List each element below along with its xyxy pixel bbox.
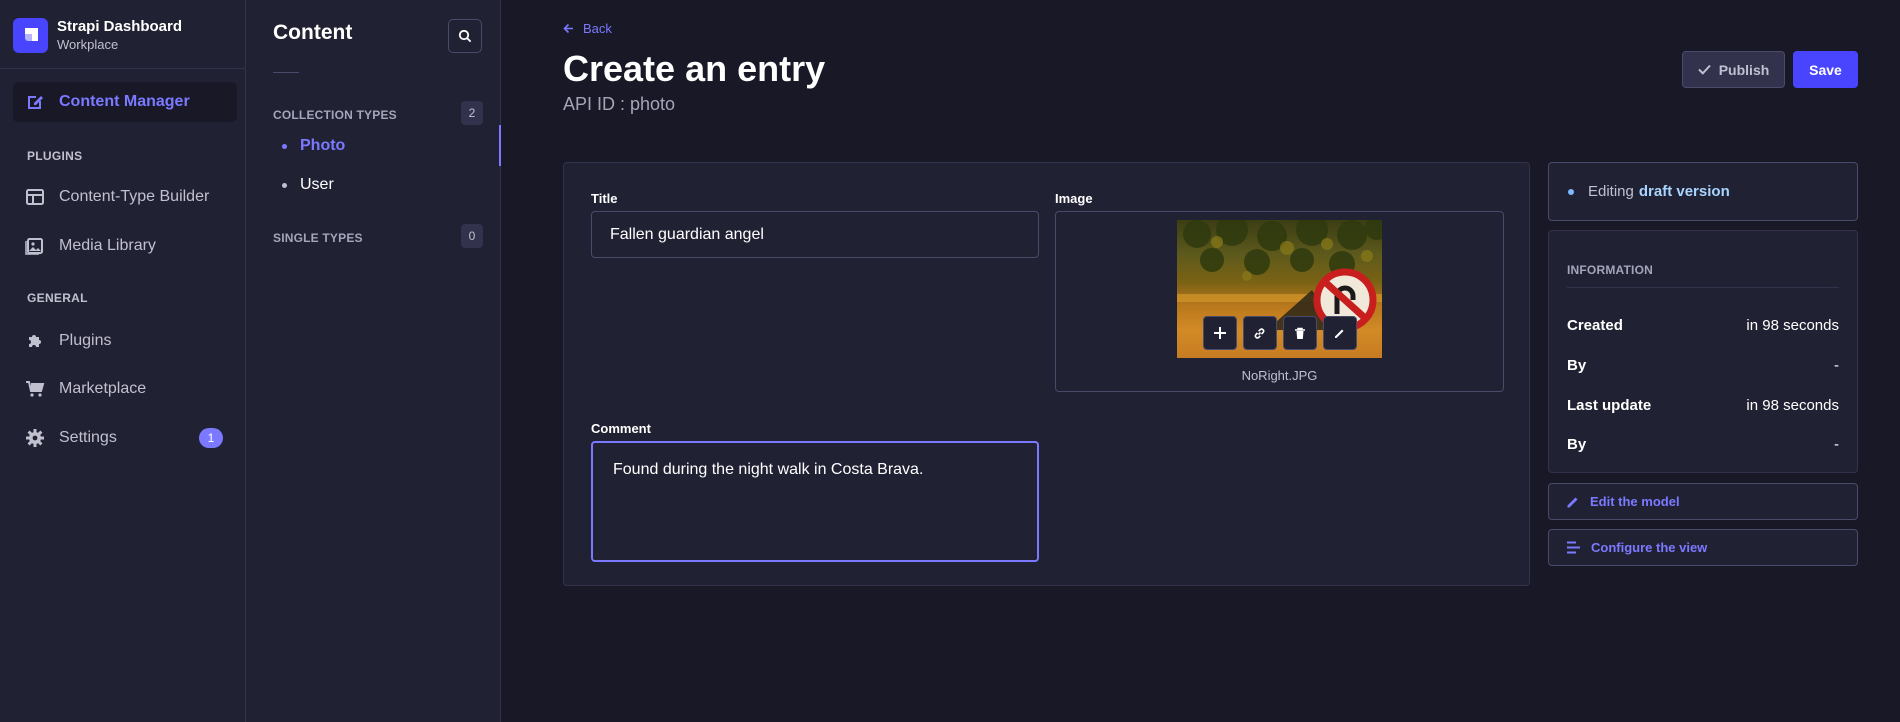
back-link[interactable]: Back (563, 21, 612, 36)
configure-view-label: Configure the view (1591, 540, 1708, 555)
brand-subtitle: Workplace (57, 37, 119, 52)
title-input[interactable]: Fallen guardian angel (591, 211, 1039, 258)
info-key: Last update (1567, 397, 1652, 414)
nav-item-content-type-builder[interactable]: Content-Type Builder (13, 177, 237, 217)
status-value: draft version (1638, 183, 1730, 200)
list-settings-icon (1567, 541, 1580, 554)
nav-item-label: Media Library (59, 237, 156, 254)
nav-section-plugins: PLUGINS (27, 149, 83, 163)
info-key: By (1567, 436, 1587, 453)
add-image-button[interactable] (1202, 316, 1237, 350)
edit-image-button[interactable] (1322, 316, 1357, 350)
image-preview (1177, 220, 1382, 358)
plus-icon (1213, 327, 1226, 339)
delete-image-button[interactable] (1282, 316, 1317, 350)
info-value: - (1834, 357, 1839, 374)
info-row-created-by: By - (1567, 357, 1839, 374)
status-dot-icon (1568, 188, 1574, 195)
copy-link-button[interactable] (1242, 316, 1277, 350)
pencil-icon (1335, 329, 1344, 338)
information-heading: INFORMATION (1567, 263, 1653, 277)
nav-divider (0, 68, 245, 69)
nav-item-marketplace[interactable]: Marketplace (13, 369, 237, 409)
bullet-icon (282, 182, 287, 188)
gear-icon (26, 429, 44, 447)
pencil-icon (1567, 497, 1578, 507)
trash-icon (1294, 327, 1305, 339)
nav-item-label: Marketplace (59, 380, 147, 397)
nav-section-general: GENERAL (27, 291, 88, 305)
save-button[interactable]: Save (1793, 51, 1858, 88)
nav-item-plugins[interactable]: Plugins (13, 321, 237, 361)
puzzle-icon (29, 335, 41, 347)
check-icon (1698, 64, 1711, 75)
image-field[interactable]: NoRight.JPG (1055, 211, 1504, 392)
main-navigation: Strapi Dashboard Workplace Content Manag… (0, 0, 246, 722)
search-icon (458, 29, 472, 43)
nav-item-label: Content-Type Builder (59, 188, 210, 205)
information-divider (1567, 287, 1839, 288)
layout-icon (26, 189, 44, 205)
active-indicator (499, 125, 501, 166)
collection-types-count: 2 (461, 101, 483, 125)
info-row-created: Created in 98 seconds (1567, 317, 1839, 334)
arrow-left-icon (563, 23, 573, 34)
publish-label: Publish (1718, 61, 1770, 78)
information-panel: INFORMATION Created in 98 seconds By - L… (1548, 230, 1858, 473)
subnav-item-label: User (300, 176, 334, 193)
info-key: Created (1567, 317, 1623, 334)
link-icon (1254, 327, 1265, 339)
status-prefix: Editing (1588, 183, 1634, 200)
brand-title: Strapi Dashboard (57, 18, 183, 35)
comment-textarea[interactable]: Found during the night walk in Costa Bra… (591, 441, 1039, 562)
nav-item-media-library[interactable]: Media Library (13, 226, 237, 266)
subnav-search-button[interactable] (448, 19, 482, 53)
nav-item-settings[interactable]: Settings 1 (13, 418, 237, 458)
nav-item-content-manager[interactable]: Content Manager (13, 82, 237, 122)
subnav-item-label: Photo (300, 137, 346, 154)
edit-model-label: Edit the model (1590, 494, 1680, 509)
info-row-last-update: Last update in 98 seconds (1567, 397, 1839, 414)
entry-form: Title Fallen guardian angel Image NoRigh… (563, 162, 1530, 586)
image-actions (1177, 316, 1382, 350)
info-value: in 98 seconds (1746, 397, 1839, 414)
title-label: Title (591, 191, 618, 206)
configure-view-button[interactable]: Configure the view (1548, 529, 1858, 566)
nav-item-label: Settings (59, 429, 117, 446)
subnav-item-photo[interactable]: Photo (273, 130, 501, 162)
single-types-heading: SINGLE TYPES (273, 231, 363, 245)
draft-status: Editing draft version (1548, 162, 1858, 221)
content-manager-icon (28, 96, 43, 109)
single-types-count: 0 (461, 224, 483, 248)
info-value: - (1834, 436, 1839, 453)
image-icon (25, 238, 43, 255)
bullet-icon (282, 143, 287, 149)
page-title: Create an entry (563, 48, 826, 89)
api-id: API ID : photo (563, 94, 676, 114)
info-value: in 98 seconds (1746, 317, 1839, 334)
collection-types-heading: COLLECTION TYPES (273, 108, 397, 122)
back-label: Back (583, 21, 612, 36)
cart-icon (26, 381, 45, 397)
nav-item-label: Content Manager (59, 93, 190, 110)
strapi-logo-icon (13, 17, 48, 53)
edit-model-button[interactable]: Edit the model (1548, 483, 1858, 520)
publish-button[interactable]: Publish (1682, 51, 1785, 88)
info-row-updated-by: By - (1567, 436, 1839, 453)
subnav-item-user[interactable]: User (273, 169, 501, 201)
nav-item-label: Plugins (59, 332, 112, 349)
image-label: Image (1055, 191, 1093, 206)
content-subnav: Content COLLECTION TYPES 2 Photo User SI… (246, 0, 501, 722)
subnav-title: Content (273, 21, 353, 44)
notification-badge: 1 (199, 428, 223, 448)
brand[interactable]: Strapi Dashboard Workplace (13, 11, 182, 59)
comment-label: Comment (591, 421, 651, 436)
subnav-divider (273, 72, 299, 73)
info-key: By (1567, 357, 1587, 374)
image-filename: NoRight.JPG (1241, 368, 1318, 383)
